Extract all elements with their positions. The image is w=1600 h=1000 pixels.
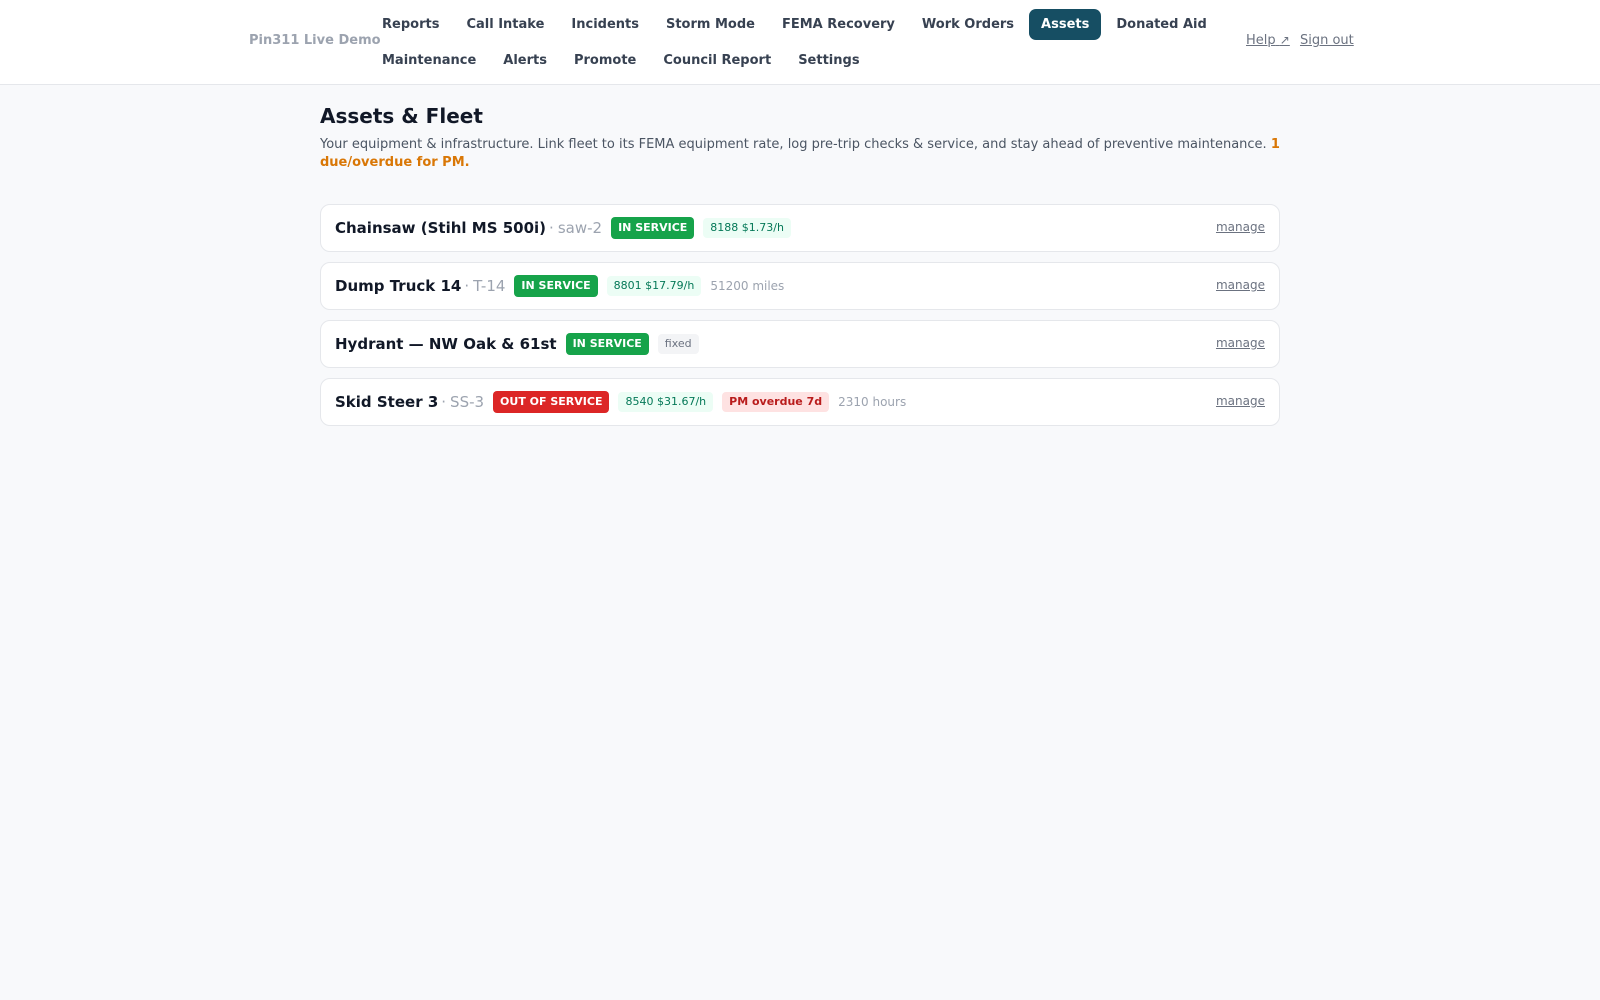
sign-out-link[interactable]: Sign out	[1300, 33, 1354, 48]
asset-separator: ·	[464, 277, 470, 295]
help-link[interactable]: Help ↗	[1246, 33, 1290, 48]
fema-rate-chip: 8801 $17.79/h	[606, 276, 702, 296]
nav-row-1: Reports Call Intake Incidents Storm Mode…	[370, 9, 1207, 40]
nav-item-work-orders[interactable]: Work Orders	[910, 9, 1026, 40]
status-badge: IN SERVICE	[565, 333, 649, 355]
asset-code: SS-3	[450, 393, 485, 411]
help-label: Help	[1246, 33, 1276, 48]
manage-link[interactable]: manage	[1216, 220, 1265, 234]
asset-row: Dump Truck 14 · T-14 IN SERVICE 8801 $17…	[320, 262, 1280, 310]
asset-list: Chainsaw (Stihl MS 500i) · saw-2 IN SERV…	[320, 204, 1280, 426]
nav-item-fema-recovery[interactable]: FEMA Recovery	[770, 9, 907, 40]
asset-name: Skid Steer 3	[335, 393, 439, 411]
nav-item-reports[interactable]: Reports	[370, 9, 451, 40]
page-intro: Your equipment & infrastructure. Link fl…	[320, 136, 1280, 172]
nav-item-assets[interactable]: Assets	[1029, 9, 1102, 40]
nav-row-2: Maintenance Alerts Promote Council Repor…	[370, 45, 1150, 76]
fema-rate-chip: 8188 $1.73/h	[703, 218, 791, 238]
asset-code: saw-2	[557, 219, 603, 237]
meter-reading: 51200 miles	[710, 279, 785, 293]
intro-text: Your equipment & infrastructure. Link fl…	[320, 137, 1267, 152]
nav-item-settings[interactable]: Settings	[786, 45, 871, 76]
fema-rate-chip: 8540 $31.67/h	[618, 392, 714, 412]
nav-item-alerts[interactable]: Alerts	[491, 45, 559, 76]
nav-item-council-report[interactable]: Council Report	[651, 45, 783, 76]
asset-separator: ·	[441, 393, 447, 411]
asset-separator: ·	[549, 219, 554, 237]
pm-overdue-badge: PM overdue 7d	[722, 392, 830, 412]
nav-item-donated-aid[interactable]: Donated Aid	[1104, 9, 1218, 40]
nav-item-storm-mode[interactable]: Storm Mode	[654, 9, 767, 40]
meter-reading: 2310 hours	[838, 395, 907, 409]
manage-link[interactable]: manage	[1216, 278, 1265, 292]
account-links: Help ↗ Sign out	[1246, 33, 1360, 48]
nav-item-promote[interactable]: Promote	[562, 45, 648, 76]
brand-name[interactable]: Pin311 Live Demo	[249, 33, 381, 48]
status-badge: IN SERVICE	[611, 217, 695, 239]
asset-name: Chainsaw (Stihl MS 500i)	[335, 219, 547, 237]
nav-item-incidents[interactable]: Incidents	[559, 9, 651, 40]
nav-item-maintenance[interactable]: Maintenance	[370, 45, 488, 76]
asset-name: Hydrant — NW Oak & 61st	[335, 335, 557, 353]
external-link-icon: ↗	[1279, 33, 1290, 47]
manage-link[interactable]: manage	[1216, 394, 1265, 408]
fixed-asset-tag: fixed	[657, 334, 699, 354]
asset-row: Skid Steer 3 · SS-3 OUT OF SERVICE 8540 …	[320, 378, 1280, 426]
asset-name: Dump Truck 14	[335, 277, 462, 295]
main-content: Assets & Fleet Your equipment & infrastr…	[320, 104, 1280, 436]
asset-code: T-14	[473, 277, 506, 295]
asset-row: Hydrant — NW Oak & 61st IN SERVICE fixed…	[320, 320, 1280, 368]
manage-link[interactable]: manage	[1216, 336, 1265, 350]
asset-row: Chainsaw (Stihl MS 500i) · saw-2 IN SERV…	[320, 204, 1280, 252]
status-badge: OUT OF SERVICE	[493, 391, 610, 413]
nav-item-call-intake[interactable]: Call Intake	[454, 9, 556, 40]
top-navigation-bar: Pin311 Live Demo Reports Call Intake Inc…	[0, 0, 1600, 85]
status-badge: IN SERVICE	[514, 275, 598, 297]
page-title: Assets & Fleet	[320, 104, 483, 128]
main-nav: Reports Call Intake Incidents Storm Mode…	[370, 9, 1207, 81]
